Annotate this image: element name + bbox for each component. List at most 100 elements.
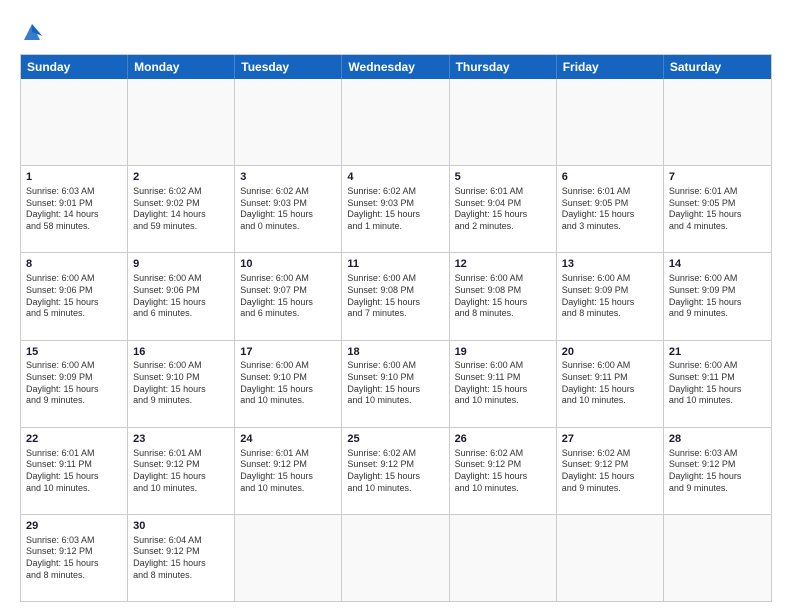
day-number: 15 xyxy=(26,345,122,360)
calendar-row-5: 22Sunrise: 6:01 AM Sunset: 9:11 PM Dayli… xyxy=(21,427,771,514)
cal-cell xyxy=(128,79,235,165)
cal-cell: 14Sunrise: 6:00 AM Sunset: 9:09 PM Dayli… xyxy=(664,253,771,339)
cal-cell: 16Sunrise: 6:00 AM Sunset: 9:10 PM Dayli… xyxy=(128,341,235,427)
cal-cell: 26Sunrise: 6:02 AM Sunset: 9:12 PM Dayli… xyxy=(450,428,557,514)
cell-info: Sunrise: 6:03 AM Sunset: 9:12 PM Dayligh… xyxy=(26,535,122,582)
cal-cell: 20Sunrise: 6:00 AM Sunset: 9:11 PM Dayli… xyxy=(557,341,664,427)
cell-info: Sunrise: 6:02 AM Sunset: 9:03 PM Dayligh… xyxy=(347,186,443,233)
cal-cell: 28Sunrise: 6:03 AM Sunset: 9:12 PM Dayli… xyxy=(664,428,771,514)
day-number: 24 xyxy=(240,432,336,447)
logo xyxy=(20,20,48,44)
cal-cell xyxy=(450,79,557,165)
day-number: 17 xyxy=(240,345,336,360)
day-number: 5 xyxy=(455,170,551,185)
cal-cell xyxy=(342,515,449,601)
day-number: 4 xyxy=(347,170,443,185)
cell-info: Sunrise: 6:00 AM Sunset: 9:09 PM Dayligh… xyxy=(669,273,766,320)
day-number: 26 xyxy=(455,432,551,447)
cell-info: Sunrise: 6:00 AM Sunset: 9:06 PM Dayligh… xyxy=(26,273,122,320)
cell-info: Sunrise: 6:00 AM Sunset: 9:09 PM Dayligh… xyxy=(26,360,122,407)
cal-cell xyxy=(235,515,342,601)
calendar-row-1 xyxy=(21,79,771,165)
cell-info: Sunrise: 6:03 AM Sunset: 9:01 PM Dayligh… xyxy=(26,186,122,233)
day-number: 16 xyxy=(133,345,229,360)
calendar-header-wednesday: Wednesday xyxy=(342,55,449,79)
cell-info: Sunrise: 6:00 AM Sunset: 9:10 PM Dayligh… xyxy=(133,360,229,407)
day-number: 2 xyxy=(133,170,229,185)
day-number: 20 xyxy=(562,345,658,360)
cal-cell: 18Sunrise: 6:00 AM Sunset: 9:10 PM Dayli… xyxy=(342,341,449,427)
cal-cell: 3Sunrise: 6:02 AM Sunset: 9:03 PM Daylig… xyxy=(235,166,342,252)
cal-cell: 1Sunrise: 6:03 AM Sunset: 9:01 PM Daylig… xyxy=(21,166,128,252)
cal-cell: 30Sunrise: 6:04 AM Sunset: 9:12 PM Dayli… xyxy=(128,515,235,601)
day-number: 18 xyxy=(347,345,443,360)
cal-cell: 11Sunrise: 6:00 AM Sunset: 9:08 PM Dayli… xyxy=(342,253,449,339)
logo-icon xyxy=(20,20,44,44)
cal-cell: 19Sunrise: 6:00 AM Sunset: 9:11 PM Dayli… xyxy=(450,341,557,427)
cal-cell: 9Sunrise: 6:00 AM Sunset: 9:06 PM Daylig… xyxy=(128,253,235,339)
cell-info: Sunrise: 6:03 AM Sunset: 9:12 PM Dayligh… xyxy=(669,448,766,495)
calendar-row-3: 8Sunrise: 6:00 AM Sunset: 9:06 PM Daylig… xyxy=(21,252,771,339)
cell-info: Sunrise: 6:02 AM Sunset: 9:12 PM Dayligh… xyxy=(347,448,443,495)
cal-cell xyxy=(557,515,664,601)
cal-cell: 25Sunrise: 6:02 AM Sunset: 9:12 PM Dayli… xyxy=(342,428,449,514)
day-number: 8 xyxy=(26,257,122,272)
cal-cell: 22Sunrise: 6:01 AM Sunset: 9:11 PM Dayli… xyxy=(21,428,128,514)
cell-info: Sunrise: 6:00 AM Sunset: 9:11 PM Dayligh… xyxy=(455,360,551,407)
cal-cell: 29Sunrise: 6:03 AM Sunset: 9:12 PM Dayli… xyxy=(21,515,128,601)
cal-cell xyxy=(342,79,449,165)
calendar-header-saturday: Saturday xyxy=(664,55,771,79)
cal-cell xyxy=(664,79,771,165)
cal-cell xyxy=(21,79,128,165)
cal-cell: 17Sunrise: 6:00 AM Sunset: 9:10 PM Dayli… xyxy=(235,341,342,427)
day-number: 1 xyxy=(26,170,122,185)
day-number: 3 xyxy=(240,170,336,185)
cell-info: Sunrise: 6:04 AM Sunset: 9:12 PM Dayligh… xyxy=(133,535,229,582)
calendar-header-tuesday: Tuesday xyxy=(235,55,342,79)
cal-cell: 13Sunrise: 6:00 AM Sunset: 9:09 PM Dayli… xyxy=(557,253,664,339)
cell-info: Sunrise: 6:01 AM Sunset: 9:11 PM Dayligh… xyxy=(26,448,122,495)
cell-info: Sunrise: 6:00 AM Sunset: 9:06 PM Dayligh… xyxy=(133,273,229,320)
calendar-header-sunday: Sunday xyxy=(21,55,128,79)
cal-cell: 23Sunrise: 6:01 AM Sunset: 9:12 PM Dayli… xyxy=(128,428,235,514)
cal-cell: 6Sunrise: 6:01 AM Sunset: 9:05 PM Daylig… xyxy=(557,166,664,252)
cal-cell: 12Sunrise: 6:00 AM Sunset: 9:08 PM Dayli… xyxy=(450,253,557,339)
cell-info: Sunrise: 6:00 AM Sunset: 9:11 PM Dayligh… xyxy=(669,360,766,407)
cal-cell: 21Sunrise: 6:00 AM Sunset: 9:11 PM Dayli… xyxy=(664,341,771,427)
calendar-header: SundayMondayTuesdayWednesdayThursdayFrid… xyxy=(21,55,771,79)
day-number: 29 xyxy=(26,519,122,534)
cell-info: Sunrise: 6:00 AM Sunset: 9:09 PM Dayligh… xyxy=(562,273,658,320)
day-number: 21 xyxy=(669,345,766,360)
day-number: 13 xyxy=(562,257,658,272)
cal-cell: 27Sunrise: 6:02 AM Sunset: 9:12 PM Dayli… xyxy=(557,428,664,514)
cell-info: Sunrise: 6:02 AM Sunset: 9:12 PM Dayligh… xyxy=(562,448,658,495)
calendar-header-monday: Monday xyxy=(128,55,235,79)
cal-cell xyxy=(664,515,771,601)
calendar-row-4: 15Sunrise: 6:00 AM Sunset: 9:09 PM Dayli… xyxy=(21,340,771,427)
day-number: 10 xyxy=(240,257,336,272)
cell-info: Sunrise: 6:00 AM Sunset: 9:08 PM Dayligh… xyxy=(347,273,443,320)
calendar-row-6: 29Sunrise: 6:03 AM Sunset: 9:12 PM Dayli… xyxy=(21,514,771,601)
calendar-header-thursday: Thursday xyxy=(450,55,557,79)
header xyxy=(20,20,772,44)
calendar-row-2: 1Sunrise: 6:03 AM Sunset: 9:01 PM Daylig… xyxy=(21,165,771,252)
cal-cell xyxy=(450,515,557,601)
cell-info: Sunrise: 6:02 AM Sunset: 9:12 PM Dayligh… xyxy=(455,448,551,495)
cell-info: Sunrise: 6:01 AM Sunset: 9:12 PM Dayligh… xyxy=(133,448,229,495)
page: SundayMondayTuesdayWednesdayThursdayFrid… xyxy=(0,0,792,612)
day-number: 14 xyxy=(669,257,766,272)
calendar-body: 1Sunrise: 6:03 AM Sunset: 9:01 PM Daylig… xyxy=(21,79,771,601)
cell-info: Sunrise: 6:02 AM Sunset: 9:03 PM Dayligh… xyxy=(240,186,336,233)
cal-cell: 5Sunrise: 6:01 AM Sunset: 9:04 PM Daylig… xyxy=(450,166,557,252)
day-number: 9 xyxy=(133,257,229,272)
cal-cell: 4Sunrise: 6:02 AM Sunset: 9:03 PM Daylig… xyxy=(342,166,449,252)
day-number: 11 xyxy=(347,257,443,272)
cal-cell: 2Sunrise: 6:02 AM Sunset: 9:02 PM Daylig… xyxy=(128,166,235,252)
day-number: 12 xyxy=(455,257,551,272)
cell-info: Sunrise: 6:00 AM Sunset: 9:11 PM Dayligh… xyxy=(562,360,658,407)
cell-info: Sunrise: 6:01 AM Sunset: 9:12 PM Dayligh… xyxy=(240,448,336,495)
cal-cell: 7Sunrise: 6:01 AM Sunset: 9:05 PM Daylig… xyxy=(664,166,771,252)
cal-cell xyxy=(557,79,664,165)
day-number: 30 xyxy=(133,519,229,534)
calendar: SundayMondayTuesdayWednesdayThursdayFrid… xyxy=(20,54,772,602)
